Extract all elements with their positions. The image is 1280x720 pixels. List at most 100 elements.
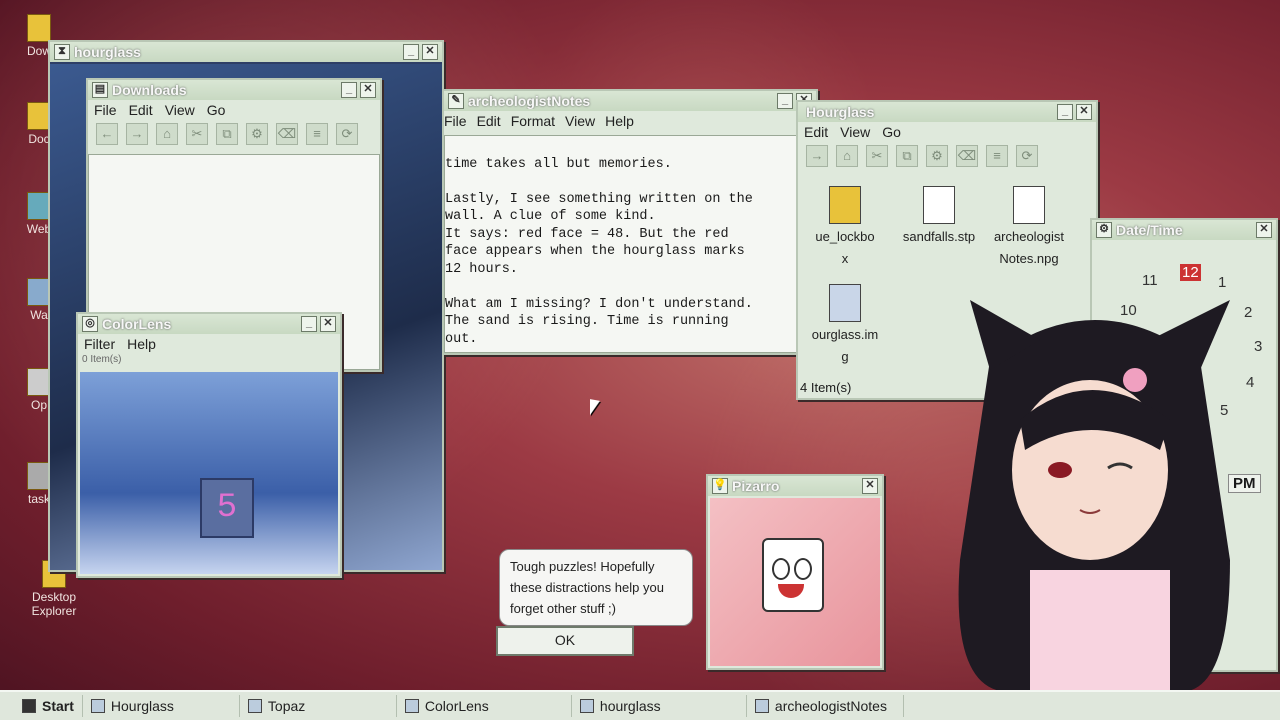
downloads-toolbar: ← → ⌂ ✂ ⧉ ⚙ ⌫ ≡ ⟳ — [88, 120, 380, 148]
taskbar-item-hourglass[interactable]: Hourglass — [83, 695, 240, 717]
window-title: Hourglass — [806, 104, 875, 120]
menu-file[interactable]: File — [94, 102, 117, 118]
clock-number: 1 — [1218, 274, 1227, 291]
window-title: archeologistNotes — [468, 93, 591, 109]
menu-view[interactable]: View — [165, 102, 195, 118]
window-title: Downloads — [112, 82, 187, 98]
menu-filter[interactable]: Filter — [84, 336, 115, 352]
ok-button[interactable]: OK — [496, 626, 634, 656]
app-icon: ⧗ — [54, 44, 70, 60]
minimize-button[interactable]: _ — [341, 82, 357, 98]
window-title: ColorLens — [102, 316, 172, 332]
notes-file-icon — [1013, 186, 1045, 224]
clock-number-red: 12 — [1180, 264, 1201, 281]
explorer-titlebar[interactable]: Hourglass _ ✕ — [798, 102, 1096, 122]
minimize-button[interactable]: _ — [403, 44, 419, 60]
up-folder-icon[interactable]: ⌂ — [836, 145, 858, 167]
notes-titlebar[interactable]: ✎ archeologistNotes _ ✕ — [444, 91, 816, 111]
assistant-balloon: Tough puzzles! Hopefully these distracti… — [499, 549, 693, 626]
forward-icon[interactable]: → — [806, 145, 828, 167]
note-line — [445, 278, 815, 296]
downloads-titlebar[interactable]: ▤ Downloads _ ✕ — [88, 80, 380, 100]
script-file-icon — [923, 186, 955, 224]
copy-icon[interactable]: ⧉ — [896, 145, 918, 167]
menu-help[interactable]: Help — [605, 113, 634, 129]
close-button[interactable]: ✕ — [360, 82, 376, 98]
close-button[interactable]: ✕ — [320, 316, 336, 332]
refresh-icon[interactable]: ⟳ — [1016, 145, 1038, 167]
menu-go[interactable]: Go — [882, 124, 901, 140]
mouse-cursor — [590, 399, 600, 417]
colorlens-window[interactable]: ◎ ColorLens _ ✕ Filter Help 0 Item(s) 5 — [76, 312, 342, 578]
window-icon — [247, 699, 262, 713]
folder-icon: ▤ — [92, 82, 108, 98]
forward-icon[interactable]: → — [126, 123, 148, 145]
menu-go[interactable]: Go — [207, 102, 226, 118]
minimize-button[interactable]: _ — [1057, 104, 1073, 120]
taskbar-item-colorlens[interactable]: ColorLens — [397, 695, 572, 717]
menu-file[interactable]: File — [444, 113, 467, 129]
notes-text: time takes all but memories. Lastly, I se… — [445, 136, 815, 352]
lens-digit: 5 — [200, 478, 254, 538]
note-line: Lastly, I see something written on the — [445, 191, 753, 207]
menu-edit[interactable]: Edit — [129, 102, 153, 118]
file-lockbox[interactable]: ue_lockbo x — [800, 186, 890, 270]
notes-text-area[interactable]: time takes all but memories. Lastly, I se… — [444, 135, 816, 353]
lockbox-file-icon — [829, 186, 861, 224]
file-archeologist-notes[interactable]: archeologist Notes.npg — [984, 186, 1074, 270]
start-logo-icon — [22, 699, 36, 713]
settings-icon[interactable]: ⚙ — [246, 123, 268, 145]
settings-icon[interactable]: ⚙ — [926, 145, 948, 167]
properties-icon[interactable]: ≡ — [986, 145, 1008, 167]
start-button[interactable]: Start — [0, 695, 83, 717]
taskbar-item-hourglass-2[interactable]: hourglass — [572, 695, 747, 717]
up-folder-icon[interactable]: ⌂ — [156, 123, 178, 145]
menu-edit[interactable]: Edit — [804, 124, 828, 140]
taskbar-item-topaz[interactable]: Topaz — [240, 695, 397, 717]
notepad-icon: ✎ — [448, 93, 464, 109]
window-icon — [404, 699, 419, 713]
note-line — [445, 173, 815, 191]
status-text: 0 Item(s) — [82, 354, 122, 364]
cut-icon[interactable]: ✂ — [866, 145, 888, 167]
explorer-toolbar: → ⌂ ✂ ⧉ ⚙ ⌫ ≡ ⟳ — [798, 142, 1096, 170]
menu-edit[interactable]: Edit — [477, 113, 501, 129]
menu-view[interactable]: View — [840, 124, 870, 140]
close-button[interactable]: ✕ — [1256, 222, 1272, 238]
properties-icon[interactable]: ≡ — [306, 123, 328, 145]
colorlens-titlebar[interactable]: ◎ ColorLens _ ✕ — [78, 314, 340, 334]
close-button[interactable]: ✕ — [1076, 104, 1092, 120]
lens-icon: ◎ — [82, 316, 98, 332]
note-line: It says: red face = 48. But the red — [445, 226, 729, 242]
pizarro-character[interactable] — [710, 498, 880, 666]
note-line: face appears when the hourglass marks — [445, 244, 745, 259]
notes-window[interactable]: ✎ archeologistNotes _ ✕ File Edit Format… — [442, 89, 818, 355]
file-sandfalls[interactable]: sandfalls.stp — [894, 186, 984, 248]
note-line: time takes all but memories. — [445, 156, 672, 172]
copy-icon[interactable]: ⧉ — [216, 123, 238, 145]
pizarro-window[interactable]: 💡 Pizarro ✕ — [706, 474, 884, 670]
file-hourglass-img[interactable]: ourglass.im g — [800, 284, 890, 368]
taskbar: Start Hourglass Topaz ColorLens hourglas… — [0, 690, 1280, 720]
minimize-button[interactable]: _ — [301, 316, 317, 332]
cut-icon[interactable]: ✂ — [186, 123, 208, 145]
close-button[interactable]: ✕ — [422, 44, 438, 60]
pizarro-titlebar[interactable]: 💡 Pizarro ✕ — [708, 476, 882, 496]
window-title: Pizarro — [732, 478, 780, 494]
close-button[interactable]: ✕ — [862, 478, 878, 494]
datetime-titlebar[interactable]: ⚙ Date/Time ✕ — [1092, 220, 1276, 240]
delete-icon[interactable]: ⌫ — [956, 145, 978, 167]
folder-icon — [27, 14, 51, 42]
window-icon — [579, 699, 594, 713]
taskbar-item-notes[interactable]: archeologistNotes — [747, 695, 904, 717]
menu-format[interactable]: Format — [511, 113, 555, 129]
menu-view[interactable]: View — [565, 113, 595, 129]
hourglass-titlebar[interactable]: ⧗ hourglass _ ✕ — [50, 42, 442, 62]
minimize-button[interactable]: _ — [777, 93, 793, 109]
refresh-icon[interactable]: ⟳ — [336, 123, 358, 145]
back-icon[interactable]: ← — [96, 123, 118, 145]
note-line: out. — [445, 331, 478, 347]
delete-icon[interactable]: ⌫ — [276, 123, 298, 145]
menu-help[interactable]: Help — [127, 336, 156, 352]
downloads-menubar: File Edit View Go — [88, 100, 380, 120]
